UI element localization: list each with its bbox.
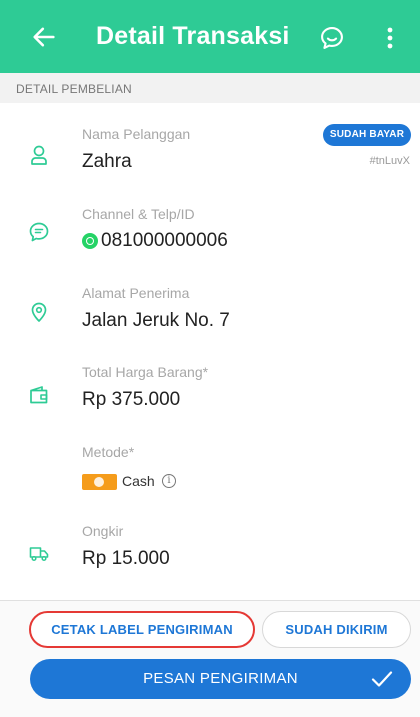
shipping-value: Rp 15.000	[82, 548, 170, 569]
customer-name: Zahra	[82, 151, 132, 172]
arrow-left-icon[interactable]	[30, 23, 58, 51]
channel-phone: 081000000006	[101, 230, 228, 251]
user-icon	[31, 145, 47, 165]
chat-bubble-icon[interactable]	[318, 24, 346, 52]
status-badge: SUDAH BAYAR	[323, 124, 411, 146]
chat-icon	[29, 222, 49, 242]
app-bar: Detail Transaksi	[0, 0, 420, 73]
transaction-tag: #tnLuvX	[369, 155, 410, 167]
mark-shipped-button[interactable]: SUDAH DIKIRIM	[262, 611, 411, 648]
channel-label: Channel & Telp/ID	[82, 206, 195, 222]
address-label: Alamat Penerima	[82, 285, 190, 301]
total-label: Total Harga Barang*	[82, 364, 209, 380]
address-value: Jalan Jeruk No. 7	[82, 310, 230, 331]
section-header: DETAIL PEMBELIAN	[0, 73, 420, 103]
customer-label: Nama Pelanggan	[82, 126, 191, 142]
more-vertical-icon[interactable]	[385, 26, 395, 50]
order-shipping-button[interactable]: PESAN PENGIRIMAN	[30, 659, 411, 699]
detail-content	[0, 103, 420, 600]
checkmark-icon	[371, 671, 393, 687]
print-shipping-label-button[interactable]: CETAK LABEL PENGIRIMAN	[29, 611, 255, 648]
method-label: Metode*	[82, 444, 135, 460]
shipping-label: Ongkir	[82, 523, 124, 539]
section-title: DETAIL PEMBELIAN	[16, 82, 132, 96]
info-icon[interactable]: i	[162, 474, 176, 488]
whatsapp-icon	[82, 233, 98, 249]
truck-icon	[29, 547, 49, 562]
location-pin-icon	[31, 302, 47, 322]
order-shipping-label: PESAN PENGIRIMAN	[143, 670, 298, 687]
total-value: Rp 375.000	[82, 389, 181, 410]
page-title: Detail Transaksi	[96, 22, 290, 50]
method-value: Cash	[122, 473, 155, 489]
cash-icon	[82, 474, 117, 490]
wallet-icon	[30, 386, 48, 404]
